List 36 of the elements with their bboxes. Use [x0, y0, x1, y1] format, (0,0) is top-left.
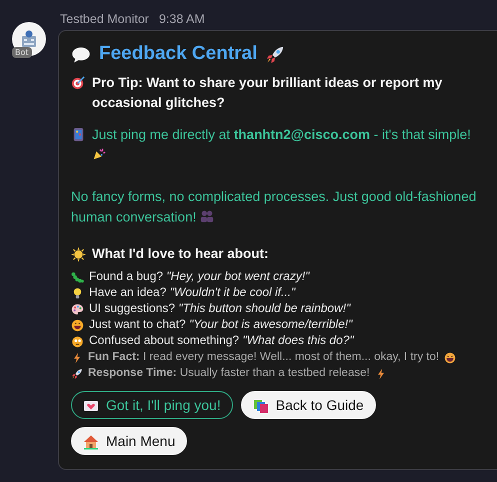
paint-palette-icon	[71, 302, 84, 316]
feedback-item: UI suggestions? "This button should be rainbow!"	[89, 300, 350, 316]
grinning-face-icon	[71, 318, 84, 332]
rocket-icon	[71, 368, 83, 380]
feedback-item: Found a bug? "Hey, your bot went crazy!"	[89, 268, 310, 284]
action-button[interactable]: Main Menu	[71, 427, 188, 455]
caterpillar-icon	[71, 270, 84, 284]
robot-icon	[19, 29, 39, 49]
feedback-item: Confused about something? "What does this do?"	[89, 332, 354, 348]
puzzled-face-icon	[71, 334, 84, 348]
pro-tip-text: Pro Tip: Want to share your brilliant ideas or report my occasional glitches?	[92, 74, 444, 112]
contact-text: Just ping me directly at thanhtn2@cisco.com - it's that simple!	[92, 125, 487, 167]
fact-text: Fun Fact: I read every message! Well... most of them... okay, I try to!	[88, 350, 440, 365]
message-time: 9:38 AM	[158, 12, 205, 26]
card-title: Feedback Central	[99, 43, 258, 65]
phone-icon	[71, 127, 86, 142]
books-icon	[252, 398, 269, 414]
action-button[interactable]: Back to Guide	[240, 391, 376, 419]
party-popper-icon	[92, 147, 106, 161]
sun-icon	[71, 247, 86, 262]
target-icon	[71, 75, 86, 90]
house-icon	[83, 434, 99, 450]
light-bulb-icon	[71, 286, 84, 300]
list-heading: What I'd love to hear about:	[92, 246, 268, 261]
feedback-item: Just want to chat? "Your bot is awesome/terrible!"	[89, 316, 352, 332]
action-button[interactable]: Got it, I'll ping you!	[71, 391, 233, 419]
heart-envelope-icon	[83, 398, 99, 414]
note-text: No fancy forms, no complicated processes. Just good old-fashioned human conversation!	[71, 188, 478, 227]
bot-badge: Bot	[12, 47, 32, 58]
rocket-icon	[265, 45, 286, 65]
speech-bubble-icon	[71, 45, 91, 65]
two-figures-icon	[200, 209, 214, 223]
feedback-item: Have an idea? "Wouldn't it be cool if..."	[89, 284, 296, 300]
laughing-face-icon	[444, 352, 456, 364]
fact-text: Response Time: Usually faster than a testbed release!	[88, 366, 370, 381]
sender-name: Testbed Monitor	[60, 12, 149, 26]
